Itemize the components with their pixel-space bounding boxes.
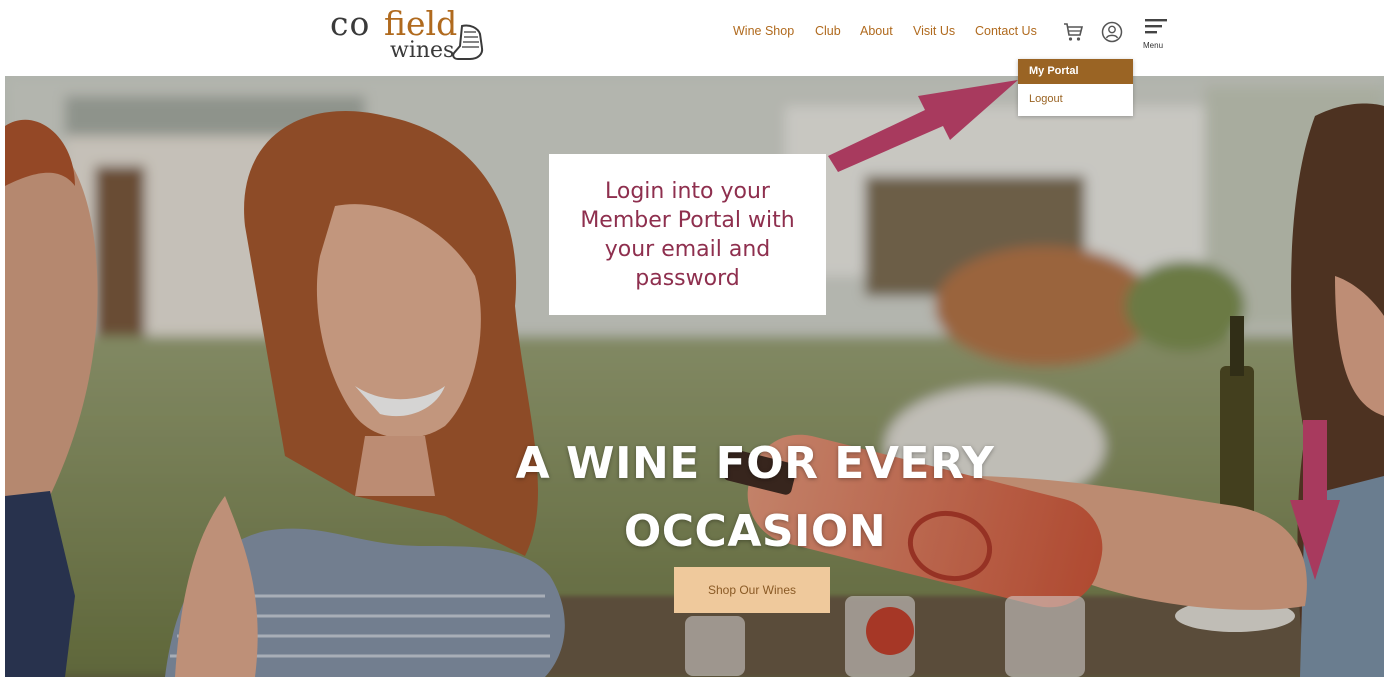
nav-link-contact-us[interactable]: Contact Us [975,24,1037,38]
shop-our-wines-button[interactable]: Shop Our Wines [674,567,830,613]
nav-link-wine-shop[interactable]: Wine Shop [733,24,794,38]
nav-link-about[interactable]: About [860,24,893,38]
menu-label: Menu [1143,41,1164,50]
main-nav: Wine Shop Club About Visit Us Contact Us [0,19,1389,44]
hamburger-menu-icon[interactable] [1144,17,1168,37]
annotation-callout-text: Login into your Member Portal with your … [580,178,795,291]
site-header: co field wines Wine Shop Club About Visi… [0,0,1389,76]
user-account-icon[interactable] [1101,21,1123,43]
nav-link-club[interactable]: Club [815,24,841,38]
nav-link-visit-us[interactable]: Visit Us [913,24,955,38]
hero-heading-line-2: OCCASION [623,506,887,557]
cart-icon[interactable] [1062,21,1084,43]
hero-heading-line-1: A WINE FOR EVERY [515,438,995,489]
dropdown-item-my-portal[interactable]: My Portal [1018,59,1133,84]
account-dropdown: My Portal Logout [1018,59,1133,116]
dropdown-item-logout[interactable]: Logout [1018,87,1133,112]
hero-heading: A WINE FOR EVERY OCCASION [500,430,1010,566]
annotation-callout-box: Login into your Member Portal with your … [549,154,826,315]
